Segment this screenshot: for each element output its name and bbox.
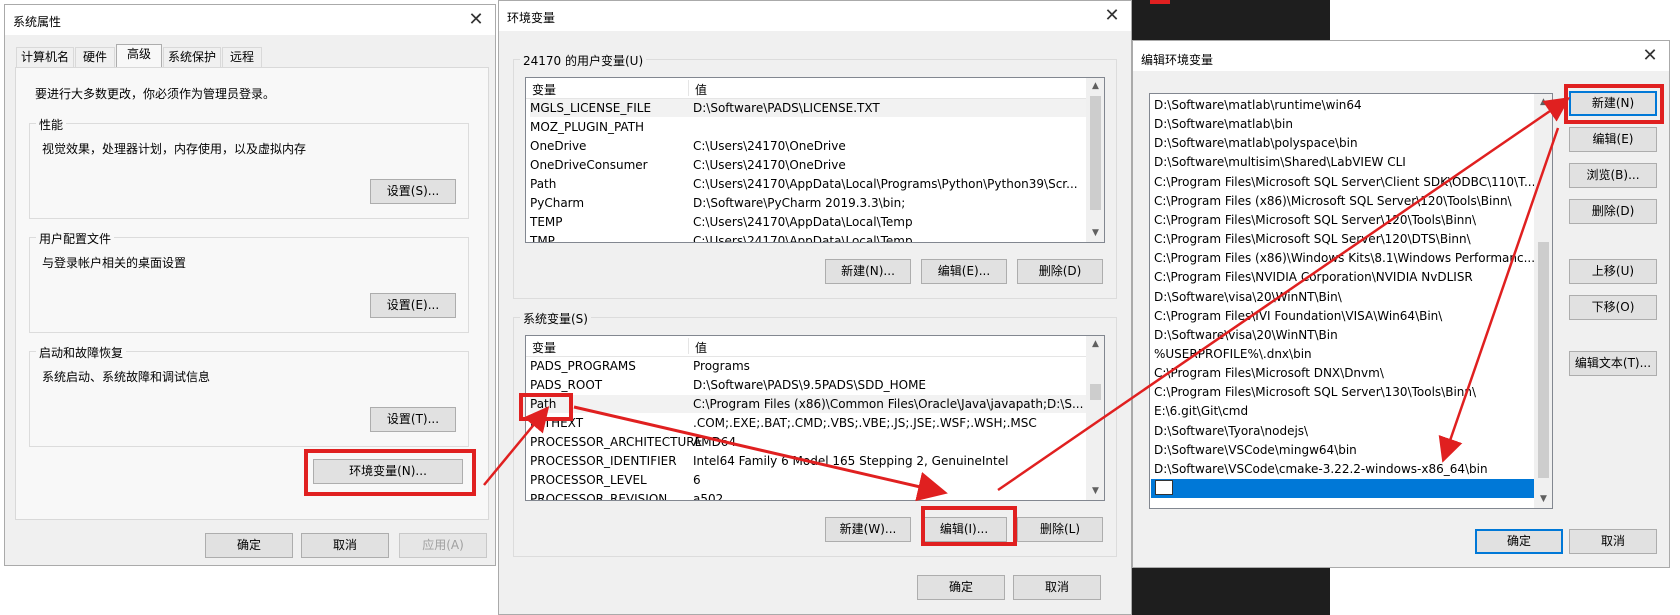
arrow-path-to-edit [573, 405, 948, 502]
arrow-edit-to-new [997, 97, 1571, 492]
arrow-env-to-path [483, 406, 550, 486]
arrow-new-to-entry [1438, 127, 1560, 463]
annotation-arrows [483, 97, 1571, 502]
